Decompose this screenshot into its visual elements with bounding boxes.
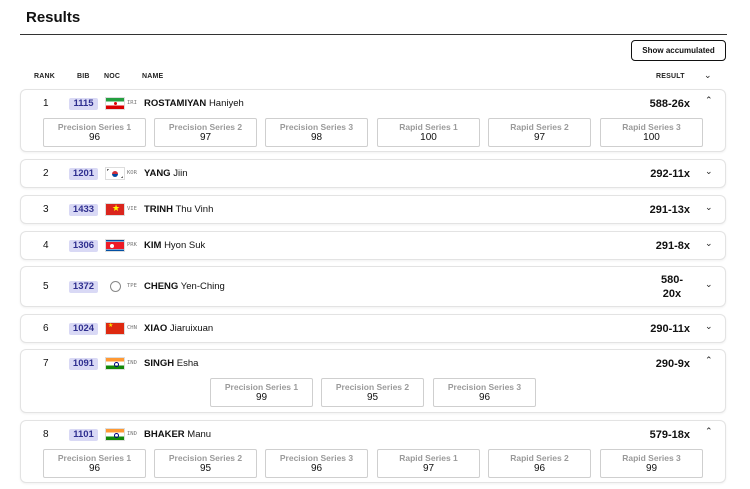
title-divider bbox=[20, 34, 727, 35]
chevron-up-icon[interactable]: ⌃ bbox=[705, 426, 713, 437]
page-title: Results bbox=[26, 9, 81, 26]
result-score: 291-8x bbox=[655, 240, 690, 252]
noc-code: CHN bbox=[127, 325, 137, 331]
series-cell: Precision Series 1 99 bbox=[210, 378, 313, 407]
flag-tpe-icon bbox=[105, 280, 125, 293]
series-cell: Precision Series 3 96 bbox=[433, 378, 536, 407]
flag-chn-icon bbox=[105, 322, 125, 335]
series-cell: Rapid Series 1 97 bbox=[377, 449, 480, 478]
chevron-up-icon[interactable]: ⌃ bbox=[705, 355, 713, 366]
series-cell: Precision Series 2 95 bbox=[154, 449, 257, 478]
bib-badge: 1201 bbox=[69, 168, 98, 180]
result-row-1[interactable]: 1 1115 IRI ROSTAMIYAN Haniyeh 588-26x ⌃ … bbox=[20, 89, 726, 152]
series-cell: Precision Series 1 96 bbox=[43, 118, 146, 147]
noc-code: VIE bbox=[127, 206, 137, 212]
chevron-down-icon[interactable]: ⌄ bbox=[705, 166, 713, 177]
noc-code: KOR bbox=[127, 170, 137, 176]
result-score: 290-11x bbox=[650, 323, 690, 335]
noc-code: TPE bbox=[127, 283, 137, 289]
result-score: 579-18x bbox=[649, 429, 690, 441]
column-header-bib: BIB bbox=[77, 73, 90, 80]
series-cell: Rapid Series 3 99 bbox=[600, 449, 703, 478]
bib-badge: 1115 bbox=[69, 98, 98, 110]
chevron-down-icon[interactable]: ⌄ bbox=[705, 321, 713, 332]
series-cell: Rapid Series 2 96 bbox=[488, 449, 591, 478]
result-score: 580- 20x bbox=[660, 274, 683, 300]
athlete-name: TRINH Thu Vinh bbox=[144, 204, 214, 215]
rank: 8 bbox=[43, 429, 49, 440]
flag-prk-icon bbox=[105, 239, 125, 252]
chevron-down-icon[interactable]: ⌄ bbox=[705, 238, 713, 249]
athlete-name: YANG Jiin bbox=[144, 168, 188, 179]
series-cell: Rapid Series 3 100 bbox=[600, 118, 703, 147]
bib-badge: 1372 bbox=[69, 281, 98, 293]
flag-iri-icon bbox=[105, 97, 125, 110]
result-score: 292-11x bbox=[650, 168, 690, 180]
result-row-4[interactable]: 4 1306 PRK KIM Hyon Suk 291-8x ⌄ bbox=[20, 231, 726, 260]
chevron-up-icon[interactable]: ⌃ bbox=[705, 95, 713, 106]
rank: 7 bbox=[43, 358, 49, 369]
flag-ind-icon bbox=[105, 357, 125, 370]
column-header-noc: NOC bbox=[104, 73, 121, 80]
flag-vie-icon bbox=[105, 203, 125, 216]
series-cell: Rapid Series 2 97 bbox=[488, 118, 591, 147]
bib-badge: 1433 bbox=[69, 204, 98, 216]
bib-badge: 1091 bbox=[69, 358, 98, 370]
athlete-name: ROSTAMIYAN Haniyeh bbox=[144, 98, 244, 109]
rank: 1 bbox=[43, 98, 49, 109]
bib-badge: 1101 bbox=[69, 429, 98, 441]
series-cell: Precision Series 3 96 bbox=[265, 449, 368, 478]
athlete-name: CHENG Yen-Ching bbox=[144, 281, 225, 292]
column-header-rank: RANK bbox=[34, 73, 56, 80]
result-score: 291-13x bbox=[649, 204, 690, 216]
result-row-6[interactable]: 6 1024 CHN XIAO Jiaruixuan 290-11x ⌄ bbox=[20, 314, 726, 343]
series-cell: Precision Series 2 97 bbox=[154, 118, 257, 147]
chevron-down-icon[interactable]: ⌄ bbox=[705, 279, 713, 290]
result-score: 290-9x bbox=[655, 358, 690, 370]
result-row-7[interactable]: 7 1091 IND SINGH Esha 290-9x ⌃ Precision… bbox=[20, 349, 726, 413]
column-header-name: NAME bbox=[142, 73, 164, 80]
result-row-8[interactable]: 8 1101 IND BHAKER Manu 579-18x ⌃ Precisi… bbox=[20, 420, 726, 483]
bib-badge: 1306 bbox=[69, 240, 98, 252]
athlete-name: XIAO Jiaruixuan bbox=[144, 323, 214, 334]
chevron-down-icon[interactable]: ⌄ bbox=[705, 202, 713, 213]
bib-badge: 1024 bbox=[69, 323, 98, 335]
series-cell: Precision Series 3 98 bbox=[265, 118, 368, 147]
result-score: 588-26x bbox=[649, 98, 690, 110]
flag-ind-icon bbox=[105, 428, 125, 441]
result-row-5[interactable]: 5 1372 TPE CHENG Yen-Ching 580- 20x ⌄ bbox=[20, 266, 726, 307]
athlete-name: SINGH Esha bbox=[144, 358, 199, 369]
result-row-3[interactable]: 3 1433 VIE TRINH Thu Vinh 291-13x ⌄ bbox=[20, 195, 726, 224]
athlete-name: KIM Hyon Suk bbox=[144, 240, 206, 251]
series-cell: Precision Series 2 95 bbox=[321, 378, 424, 407]
noc-code: PRK bbox=[127, 242, 137, 248]
noc-code: IND bbox=[127, 431, 137, 437]
series-cell: Rapid Series 1 100 bbox=[377, 118, 480, 147]
series-cell: Precision Series 1 96 bbox=[43, 449, 146, 478]
noc-code: IND bbox=[127, 360, 137, 366]
rank: 5 bbox=[43, 281, 49, 292]
expand-all-chevron-down-icon[interactable]: ⌄ bbox=[704, 70, 712, 81]
rank: 6 bbox=[43, 323, 49, 334]
athlete-name: BHAKER Manu bbox=[144, 429, 212, 440]
flag-kor-icon bbox=[105, 167, 125, 180]
column-header-result: RESULT bbox=[656, 73, 685, 80]
rank: 3 bbox=[43, 204, 49, 215]
rank: 4 bbox=[43, 240, 49, 251]
show-accumulated-button[interactable]: Show accumulated bbox=[631, 40, 726, 61]
rank: 2 bbox=[43, 168, 49, 179]
noc-code: IRI bbox=[127, 100, 137, 106]
result-row-2[interactable]: 2 1201 KOR YANG Jiin 292-11x ⌄ bbox=[20, 159, 726, 188]
